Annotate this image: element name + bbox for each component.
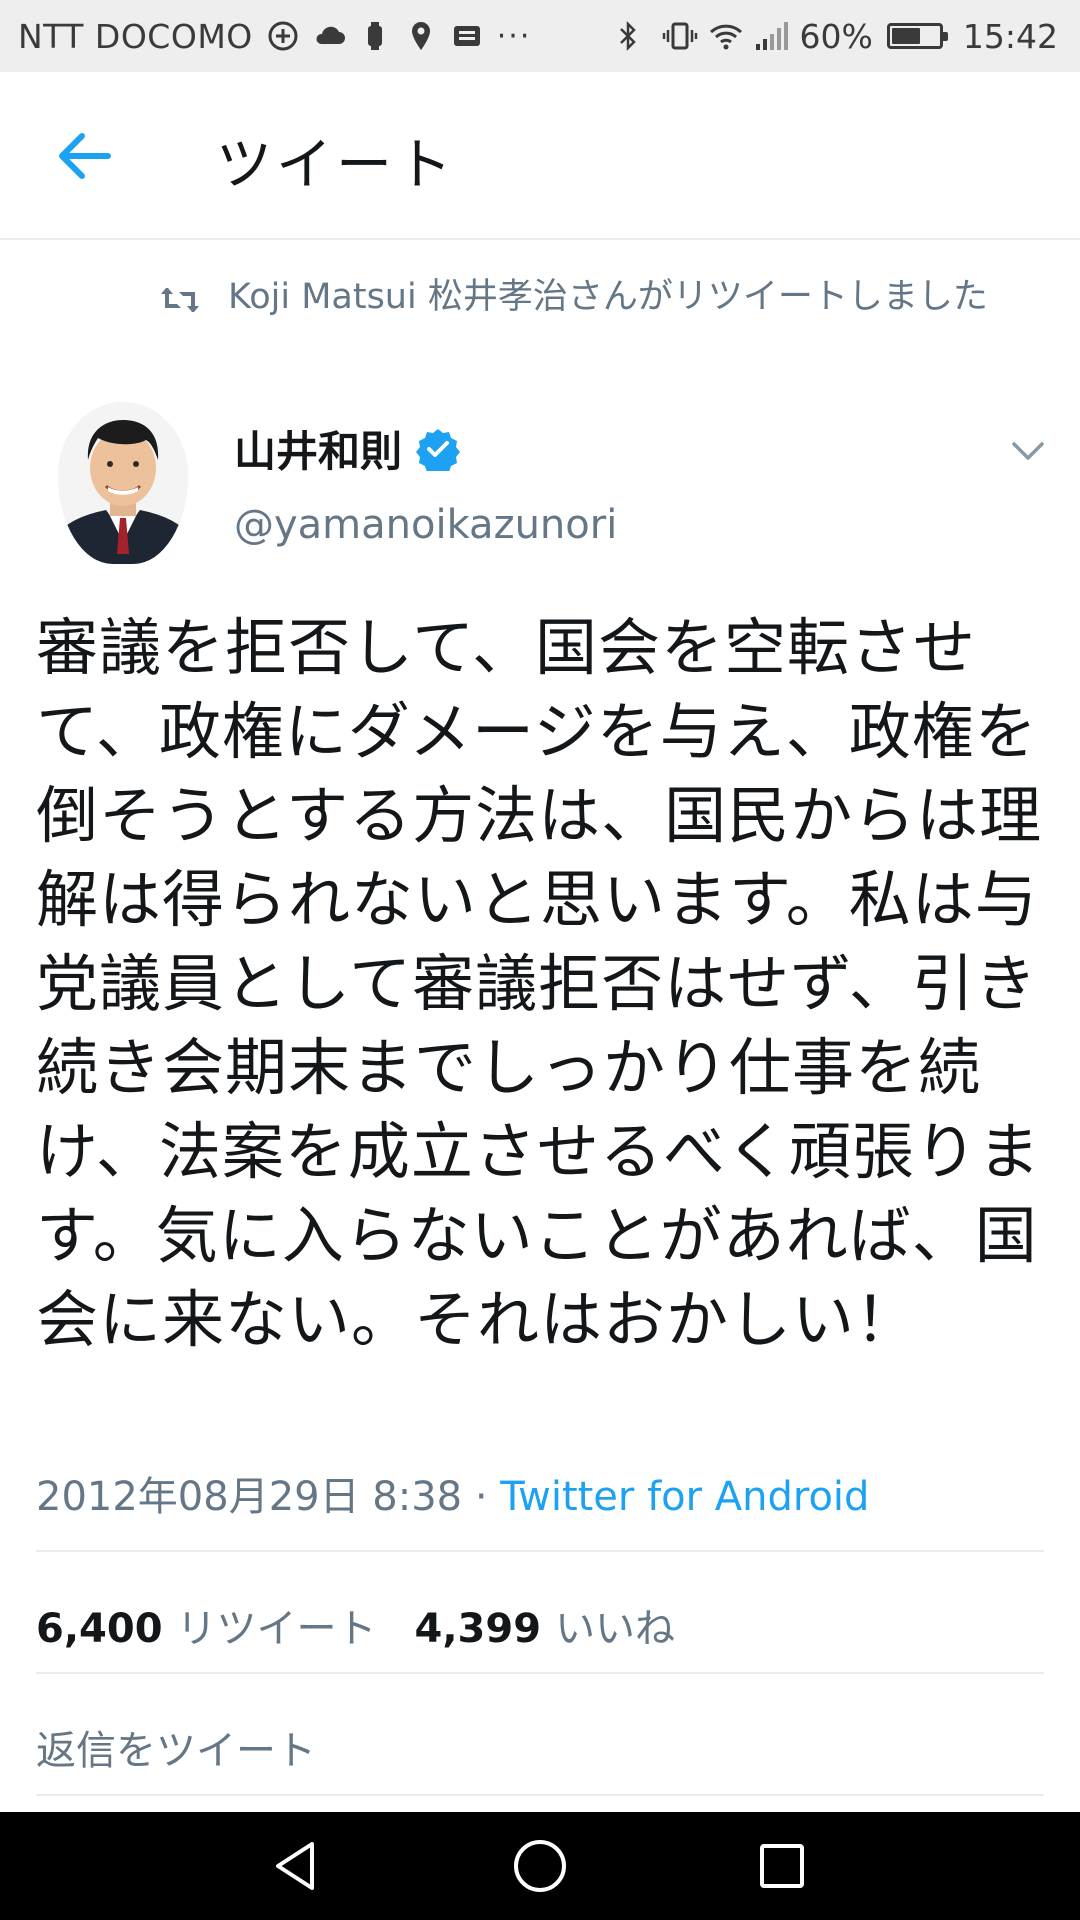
- square-recents-icon: [760, 1844, 804, 1888]
- chevron-down-icon: [1012, 442, 1044, 460]
- divider: [36, 1794, 1044, 1796]
- carrier-name: NTT DOCOMO: [18, 16, 253, 56]
- reply-input[interactable]: 返信をツイート: [36, 1718, 316, 1776]
- status-bar: NTT DOCOMO ··· 60% 15:42: [0, 0, 1080, 72]
- divider: [36, 1550, 1044, 1552]
- nav-home-button[interactable]: [510, 1836, 570, 1896]
- retweet-icon: [160, 280, 200, 320]
- signal-icon: [754, 20, 788, 52]
- circle-home-icon: [514, 1840, 566, 1892]
- nav-back-button[interactable]: [268, 1836, 328, 1896]
- system-nav-bar: [0, 1812, 1080, 1920]
- cloud-icon: [313, 20, 345, 52]
- wifi-icon: [708, 20, 742, 52]
- meta-separator: ·: [474, 1474, 488, 1520]
- vibrate-icon: [662, 20, 697, 52]
- bluetooth-icon: [616, 20, 648, 52]
- triangle-back-icon: [276, 1842, 314, 1890]
- like-count[interactable]: 4,399: [415, 1606, 542, 1652]
- tweet-stats: 6,400 リツイート 4,399 いいね: [36, 1596, 699, 1654]
- arrow-left-icon: [59, 133, 111, 179]
- battery-icon: [886, 23, 948, 49]
- author-name-text: 山井和則: [234, 427, 403, 476]
- app-bar: ツイート: [0, 72, 1080, 240]
- retweet-context[interactable]: Koji Matsui 松井孝治さんがリツイートしました: [160, 274, 1040, 320]
- nav-recents-button[interactable]: [752, 1836, 812, 1896]
- page-title: ツイート: [216, 133, 456, 198]
- location-pin-icon: [405, 20, 437, 52]
- back-button[interactable]: [52, 128, 116, 184]
- watch-icon: [359, 20, 391, 52]
- tweet-text: 審議を拒否して、国会を空転させて、政権にダメージを与え、政権を倒そうとする方法は…: [36, 611, 1043, 1356]
- battery-percent: 60%: [799, 16, 873, 56]
- retweet-label[interactable]: リツイート: [177, 1596, 377, 1654]
- tweet-timestamp: 2012年08月29日 8:38: [36, 1474, 463, 1520]
- author-handle[interactable]: @yamanoikazunori: [234, 502, 617, 548]
- tweet-client-link[interactable]: Twitter for Android: [500, 1474, 869, 1520]
- tweet-meta: 2012年08月29日 8:38 · Twitter for Android: [36, 1464, 869, 1522]
- tweet-menu-button[interactable]: [1010, 432, 1046, 468]
- divider: [36, 1672, 1044, 1674]
- battery-fill: [891, 28, 920, 44]
- plus-circle-icon: [267, 20, 299, 52]
- clock: 15:42: [962, 16, 1058, 56]
- more-notifications-icon: ···: [496, 18, 532, 54]
- author-name[interactable]: 山井和則: [234, 418, 461, 479]
- retweet-count[interactable]: 6,400: [36, 1606, 163, 1652]
- news-icon: [451, 20, 483, 52]
- like-label[interactable]: いいね: [555, 1596, 675, 1654]
- avatar[interactable]: [58, 402, 188, 564]
- verified-badge-icon: [416, 427, 461, 475]
- retweet-context-text: Koji Matsui 松井孝治さんがリツイートしました: [228, 277, 988, 317]
